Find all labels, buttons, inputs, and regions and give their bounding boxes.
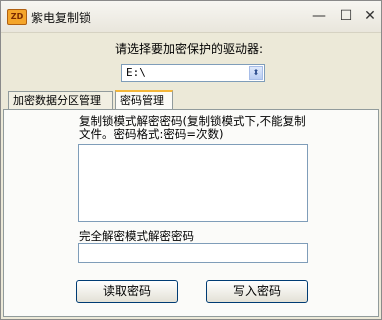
title-bar[interactable]: ZD 紫电复制锁 — ☐ ✕ xyxy=(1,1,381,33)
tab-partition-management[interactable]: 加密数据分区管理 xyxy=(8,91,113,109)
drive-select[interactable]: E:\ ⬍ xyxy=(121,64,265,82)
maximize-button[interactable]: ☐ xyxy=(337,7,355,25)
write-password-button[interactable]: 写入密码 xyxy=(206,280,308,303)
drive-select-label: 请选择要加密保护的驱动器: xyxy=(115,42,264,56)
copylock-password-textarea[interactable] xyxy=(78,144,308,222)
app-icon: ZD xyxy=(7,9,27,25)
dropdown-arrow-icon[interactable]: ⬍ xyxy=(249,66,263,80)
drive-select-value: E:\ xyxy=(126,66,146,79)
window-title: 紫电复制锁 xyxy=(31,11,92,25)
tab-password-management[interactable]: 密码管理 xyxy=(115,90,173,110)
full-decrypt-password-label: 完全解密模式解密密码 xyxy=(79,229,194,243)
close-button[interactable]: ✕ xyxy=(361,7,379,25)
main-window: ZD 紫电复制锁 — ☐ ✕ 请选择要加密保护的驱动器: E:\ ⬍ 加密数据分… xyxy=(0,0,382,320)
full-decrypt-password-input[interactable] xyxy=(78,243,308,263)
minimize-button[interactable]: — xyxy=(310,7,328,25)
copylock-password-label: 复制锁模式解密密码(复制锁模式下,不能复制文件。密码格式:密码=次数) xyxy=(79,114,306,141)
read-password-button[interactable]: 读取密码 xyxy=(76,280,178,303)
